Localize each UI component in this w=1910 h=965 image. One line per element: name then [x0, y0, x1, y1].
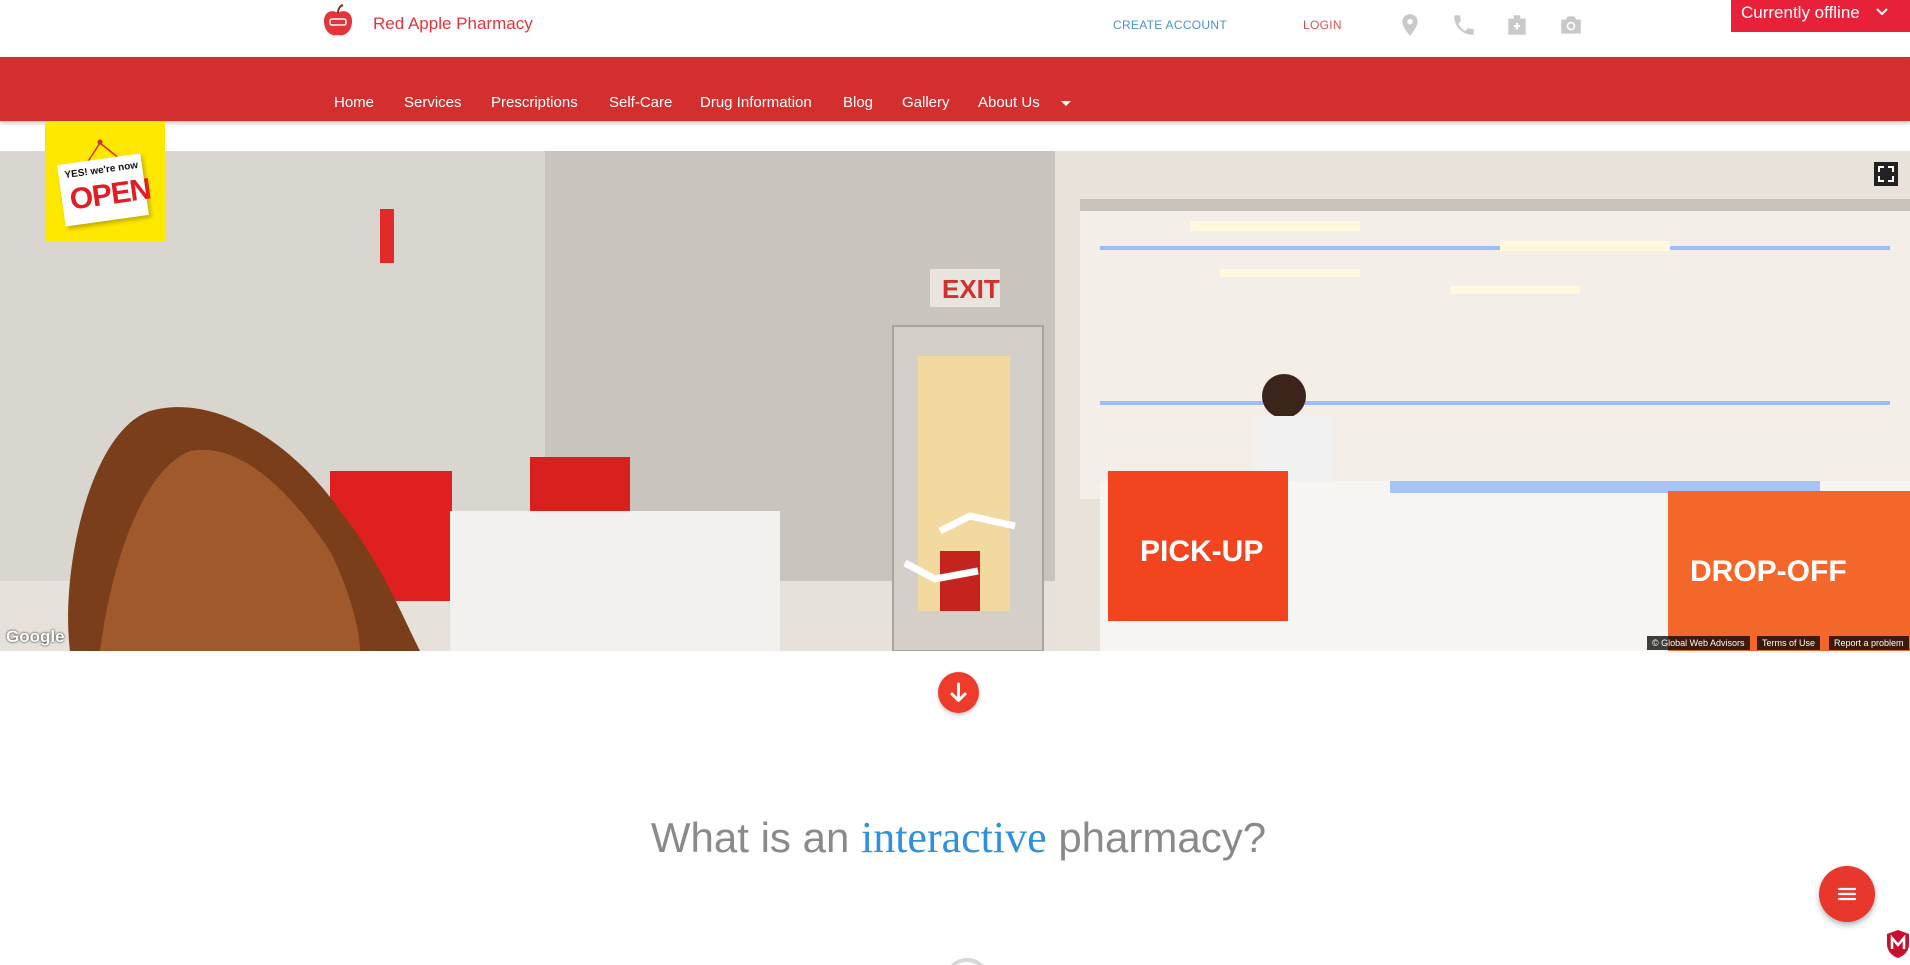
scroll-down-button[interactable] [938, 672, 979, 713]
pickup-sign-text: PICK-UP [1140, 535, 1263, 568]
nav-item-drug-information[interactable]: Drug Information [700, 94, 812, 111]
hospital-plus-icon[interactable] [1504, 12, 1530, 38]
arrow-down-icon [950, 682, 967, 702]
headline-prefix: What is an [650, 814, 850, 861]
headline-accent: interactive [860, 813, 1047, 862]
chat-status-widget[interactable]: Currently offline [1731, 0, 1910, 32]
open-sign-title: OPEN [67, 172, 153, 217]
main-nav: Home Services Prescriptions Self-Care Dr… [0, 57, 1910, 121]
street-view-panorama[interactable]: EXIT PICK-UP DROP-OFF [0, 151, 1910, 651]
create-account-link[interactable]: CREATE ACCOUNT [1113, 18, 1227, 32]
login-link[interactable]: LOGIN [1303, 18, 1342, 32]
top-bar: Red Apple Pharmacy CREATE ACCOUNT LOGIN … [0, 0, 1910, 57]
nav-item-home[interactable]: Home [334, 94, 374, 111]
camera-icon[interactable] [1558, 12, 1584, 38]
nav-item-about-us[interactable]: About Us [978, 94, 1040, 111]
section-headline: What is an interactive pharmacy? [0, 812, 1910, 863]
more-menu-caret-icon[interactable] [1061, 101, 1071, 106]
fullscreen-icon [1878, 166, 1894, 182]
phone-icon[interactable] [1451, 12, 1477, 38]
dropoff-sign-text: DROP-OFF [1690, 555, 1847, 588]
report-problem-link[interactable]: Report a problem [1829, 636, 1909, 650]
pharmacy-interior-image: EXIT PICK-UP DROP-OFF [0, 151, 1910, 651]
terms-of-use-link[interactable]: Terms of Use [1757, 636, 1821, 650]
open-sign-badge: YES! we're now OPEN [45, 121, 165, 241]
nav-item-gallery[interactable]: Gallery [902, 94, 950, 111]
apple-logo-icon[interactable] [320, 4, 356, 40]
nav-item-services[interactable]: Services [404, 94, 462, 111]
floating-menu-button[interactable] [1819, 866, 1875, 922]
nav-item-self-care[interactable]: Self-Care [609, 94, 672, 111]
nav-item-blog[interactable]: Blog [843, 94, 873, 111]
brand-name[interactable]: Red Apple Pharmacy [373, 14, 533, 34]
page: Red Apple Pharmacy CREATE ACCOUNT LOGIN … [0, 0, 1910, 965]
headline-suffix: pharmacy? [1058, 814, 1267, 861]
mcafee-shield-icon[interactable] [1886, 929, 1910, 959]
location-pin-icon[interactable] [1397, 12, 1423, 38]
section-icon-circle [944, 958, 990, 965]
nav-item-prescriptions[interactable]: Prescriptions [491, 94, 578, 111]
chat-status-label: Currently offline [1741, 3, 1860, 22]
open-sign-card: YES! we're now OPEN [57, 153, 153, 227]
fullscreen-button[interactable] [1874, 162, 1898, 186]
attribution-copyright: © Global Web Advisors [1647, 636, 1750, 650]
menu-icon [1837, 887, 1857, 901]
google-logo: Google [6, 627, 65, 646]
exit-sign-text: EXIT [942, 274, 1000, 304]
chevron-down-icon [1876, 8, 1888, 16]
